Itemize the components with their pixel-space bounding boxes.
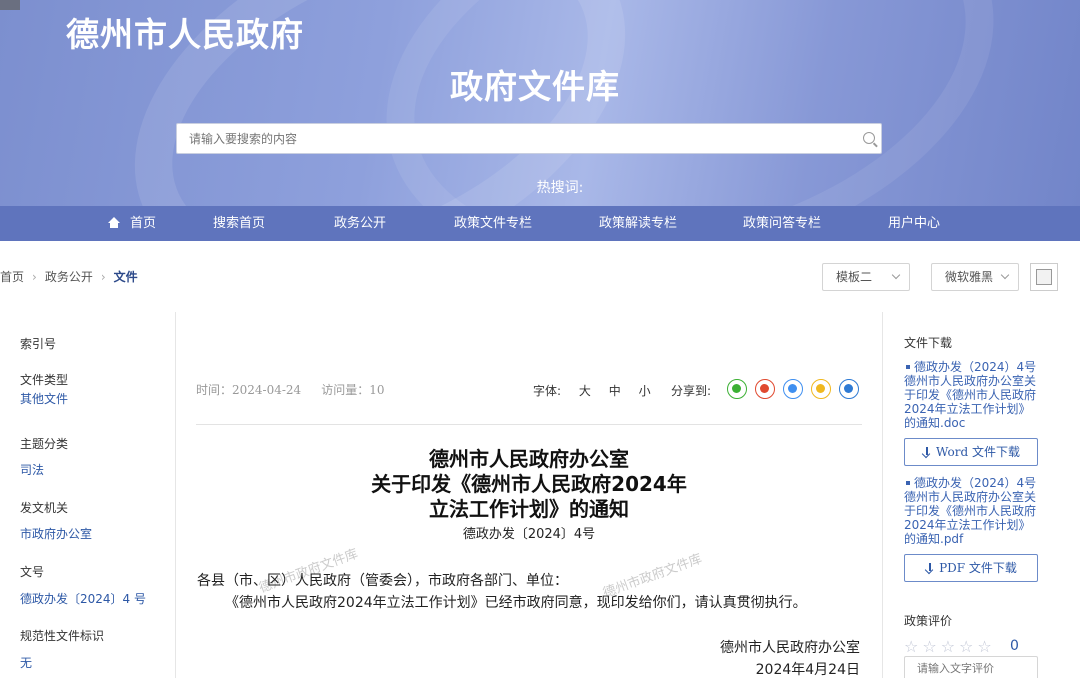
body-paragraph: 《德州市人民政府2024年立法工作计划》已经市政府同意，现印发给你们，请认真贯彻… [225, 595, 807, 611]
divider [175, 312, 176, 678]
hot-words-label: 热搜词: [536, 180, 584, 196]
layout-toggle-button[interactable] [1030, 263, 1058, 291]
chevron-right-icon: › [32, 270, 37, 284]
search-icon[interactable] [863, 132, 875, 144]
pdf-file-link[interactable]: 德政办发（2024）4号德州市人民政府办公室关于印发《德州市人民政府2024年立… [904, 476, 1039, 546]
doc-title-line: 德州市人民政府办公室 [429, 447, 629, 471]
doc-title-line: 立法工作计划》的通知 [429, 497, 629, 521]
sign-date: 2024年4月24日 [755, 662, 860, 678]
share-label: 分享到: [671, 384, 712, 398]
doc-type-value[interactable]: 其他文件 [20, 389, 68, 409]
qzone-icon[interactable] [811, 379, 831, 399]
divider [196, 424, 862, 425]
weibo-icon[interactable] [755, 379, 775, 399]
corner-mark [0, 0, 20, 10]
font-select[interactable]: 微软雅黑 [931, 263, 1019, 291]
breadcrumb-gov-affairs[interactable]: 政务公开 [45, 270, 93, 284]
header-banner: 德州市人民政府 政府文件库 热搜词: [0, 0, 1080, 206]
font-size-label: 字体: [533, 384, 562, 398]
doc-number: 德政办发〔2024〕4号 [462, 527, 596, 542]
word-download-button[interactable]: Word 文件下载 [904, 438, 1038, 466]
site-title: 德州市人民政府 [66, 15, 304, 54]
pdf-download-button[interactable]: PDF 文件下载 [904, 554, 1038, 582]
download-title: 文件下载 [904, 336, 953, 350]
normative-value[interactable]: 无 [20, 653, 32, 673]
tencent-weibo-icon[interactable] [839, 379, 859, 399]
doc-no-label: 文号 [20, 565, 45, 579]
sign-org: 德州市人民政府办公室 [720, 640, 860, 656]
breadcrumb-home[interactable]: 首页 [0, 270, 24, 284]
download-icon [925, 563, 935, 573]
wechat-icon[interactable] [727, 379, 747, 399]
doc-type-label: 文件类型 [20, 373, 69, 387]
font-size-controls: 字体: 大 中 小 [533, 382, 665, 399]
font-size-medium-button[interactable]: 中 [609, 384, 621, 398]
nav-item-home[interactable]: 首页 [108, 206, 156, 241]
bullet-icon [906, 480, 910, 485]
nav-item-policy-interpretation[interactable]: 政策解读专栏 [599, 206, 677, 241]
publish-time: 时间：2024-04-24 [196, 383, 302, 397]
index-no-label: 索引号 [20, 337, 57, 351]
breadcrumb-current: 文件 [113, 270, 138, 284]
doc-file-link[interactable]: 德政办发（2024）4号德州市人民政府办公室关于印发《德州市人民政府2024年立… [904, 360, 1039, 430]
visit-count: 访问量：10 [321, 383, 385, 397]
search-input[interactable] [177, 124, 837, 153]
normative-label: 规范性文件标识 [20, 629, 105, 643]
chevron-down-icon [1000, 270, 1010, 280]
nav-item-policy-docs[interactable]: 政策文件专栏 [454, 206, 532, 241]
comment-input[interactable] [905, 657, 1035, 678]
chevron-down-icon [891, 270, 901, 280]
nav-item-search-home[interactable]: 搜索首页 [213, 206, 265, 241]
square-icon [1036, 269, 1052, 285]
divider [882, 312, 883, 678]
doc-no-value[interactable]: 德政办发〔2024〕4 号 [20, 589, 146, 609]
nav-item-gov-affairs[interactable]: 政务公开 [334, 206, 386, 241]
rating-title: 政策评价 [904, 614, 953, 628]
library-title: 政府文件库 [450, 67, 620, 106]
topic-value[interactable]: 司法 [20, 460, 44, 480]
template-select[interactable]: 模板二 [822, 263, 910, 291]
main-nav: 首页 搜索首页 政务公开 政策文件专栏 政策解读专栏 政策问答专栏 用户中心 [0, 206, 1080, 241]
issuer-value[interactable]: 市政府办公室 [20, 524, 92, 544]
issuer-label: 发文机关 [20, 501, 69, 515]
nav-item-user-center[interactable]: 用户中心 [888, 206, 940, 241]
salutation: 各县（市、区）人民政府（管委会），市政府各部门、单位： [197, 573, 568, 589]
home-icon [108, 217, 120, 228]
chevron-right-icon: › [100, 270, 106, 284]
font-size-large-button[interactable]: 大 [579, 384, 591, 398]
bullet-icon [906, 364, 910, 369]
search-box[interactable] [176, 123, 882, 154]
topic-label: 主题分类 [20, 437, 69, 451]
download-icon [922, 447, 932, 457]
breadcrumb: 首页 › 政务公开 › 文件 [0, 268, 138, 285]
font-size-small-button[interactable]: 小 [639, 384, 651, 398]
nav-item-policy-qa[interactable]: 政策问答专栏 [743, 206, 821, 241]
rating-count: 0 [1010, 638, 1019, 654]
qq-icon[interactable] [783, 379, 803, 399]
star-rating[interactable]: ☆☆☆☆☆ [904, 637, 996, 656]
doc-title-line: 关于印发《德州市人民政府2024年 [371, 472, 687, 496]
comment-box[interactable] [904, 656, 1038, 678]
